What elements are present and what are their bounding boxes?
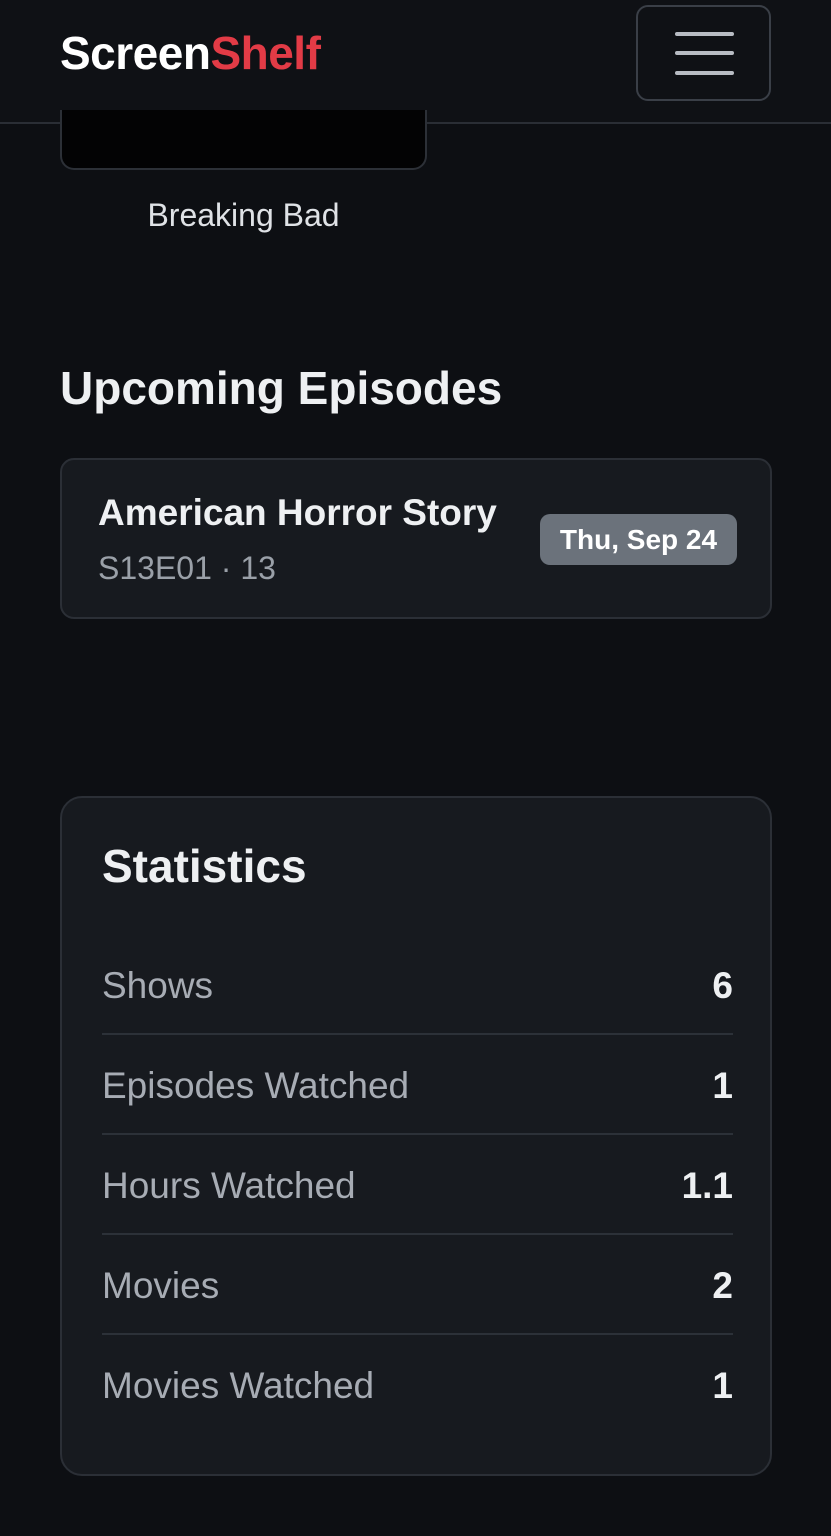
stat-row-hours-watched: Hours Watched 1.1 — [102, 1135, 733, 1235]
show-poster[interactable] — [60, 110, 427, 170]
stat-row-movies-watched: Movies Watched 1 — [102, 1335, 733, 1435]
stat-label: Movies — [102, 1265, 220, 1306]
upcoming-episodes-heading: Upcoming Episodes — [60, 362, 503, 414]
episode-air-date-badge: Thu, Sep 24 — [540, 514, 737, 565]
upcoming-episode-card[interactable]: American Horror Story S13E01 · 13 Thu, S… — [60, 458, 772, 619]
stat-row-shows: Shows 6 — [102, 935, 733, 1035]
stat-label: Episodes Watched — [102, 1065, 410, 1106]
stat-label: Shows — [102, 965, 214, 1006]
stat-value: 1 — [712, 1365, 733, 1406]
stat-value: 2 — [712, 1265, 733, 1306]
stat-row-movies: Movies 2 — [102, 1235, 733, 1335]
brand-name-part1: Screen — [60, 27, 211, 79]
stat-value: 1.1 — [681, 1165, 733, 1206]
show-poster-title[interactable]: Breaking Bad — [60, 195, 427, 235]
menu-toggle-button[interactable] — [636, 5, 771, 101]
brand-logo[interactable]: ScreenShelf — [60, 26, 321, 80]
statistics-card: Statistics Shows 6 Episodes Watched 1 Ho… — [60, 796, 772, 1476]
brand-name-part2: Shelf — [210, 27, 321, 79]
stat-label: Hours Watched — [102, 1165, 356, 1206]
episode-code: S13E01 · 13 — [98, 550, 276, 586]
stat-row-episodes-watched: Episodes Watched 1 — [102, 1035, 733, 1135]
stat-label: Movies Watched — [102, 1365, 375, 1406]
stat-value: 6 — [712, 965, 733, 1006]
episode-show-title: American Horror Story — [98, 492, 497, 533]
statistics-heading: Statistics — [102, 840, 307, 892]
navbar: ScreenShelf — [0, 0, 831, 124]
stat-value: 1 — [712, 1065, 733, 1106]
